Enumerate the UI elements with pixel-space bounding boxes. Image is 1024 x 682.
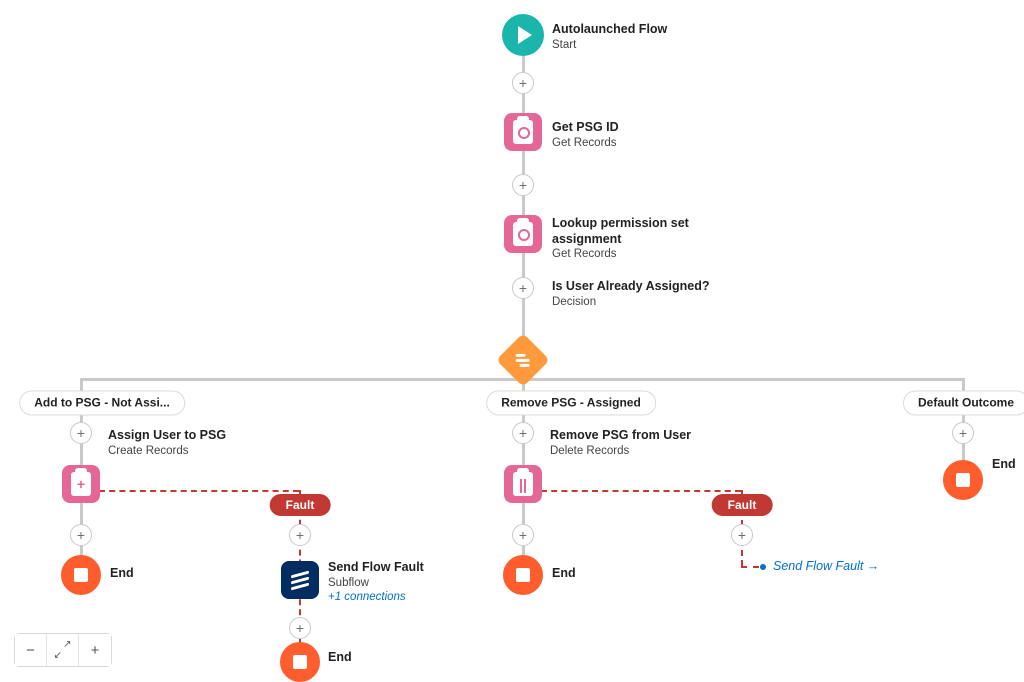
add-element-button[interactable]: + [70, 524, 92, 546]
start-node[interactable] [502, 14, 544, 56]
outcome-label[interactable]: Remove PSG - Assigned [486, 391, 656, 416]
add-element-button[interactable]: + [512, 72, 534, 94]
fault-label[interactable]: Fault [712, 494, 773, 516]
node-title: Get PSG ID [552, 120, 619, 136]
subflow-node[interactable] [281, 561, 319, 599]
node-title: Send Flow Fault [328, 560, 424, 576]
add-element-button[interactable]: + [70, 422, 92, 444]
node-title: Is User Already Assigned? [552, 279, 709, 295]
fault-connector [741, 566, 759, 568]
end-node [61, 555, 101, 595]
delete-records-node[interactable] [504, 465, 542, 503]
end-node [943, 460, 983, 500]
node-title: Assign User to PSG [108, 428, 226, 444]
subflow-icon [281, 561, 319, 599]
end-label: End [992, 457, 1016, 473]
connections-link[interactable]: +1 connections [328, 590, 424, 604]
flow-canvas[interactable]: + + + + + + + + + + + Autolaunched Flow … [0, 0, 1024, 681]
add-element-button[interactable]: + [289, 524, 311, 546]
add-element-button[interactable]: + [289, 617, 311, 639]
fault-label[interactable]: Fault [270, 494, 331, 516]
node-title: Autolaunched Flow [552, 22, 667, 38]
end-node [503, 555, 543, 595]
decision-node[interactable] [504, 341, 542, 379]
add-element-button[interactable]: + [952, 422, 974, 444]
node-subtitle: Create Records [108, 444, 226, 458]
node-subtitle: Get Records [552, 136, 619, 150]
play-icon [502, 14, 544, 56]
add-element-button[interactable]: + [512, 277, 534, 299]
add-element-button[interactable]: + [512, 422, 534, 444]
end-label: End [552, 566, 576, 582]
end-label: End [328, 650, 352, 666]
node-subtitle: Subflow [328, 576, 424, 590]
zoom-in-button[interactable]: + [79, 634, 111, 666]
connector [522, 50, 525, 360]
fault-connector [541, 490, 741, 492]
zoom-toolbar: − + [14, 633, 112, 667]
goto-marker [760, 564, 766, 570]
add-element-button[interactable]: + [731, 524, 753, 546]
zoom-out-button[interactable]: − [15, 634, 47, 666]
end-label: End [110, 566, 134, 582]
clipboard-trash-icon [504, 465, 542, 503]
end-node [280, 642, 320, 682]
get-records-node[interactable] [504, 215, 542, 253]
goto-link[interactable]: Send Flow Fault [773, 559, 879, 573]
add-element-button[interactable]: + [512, 524, 534, 546]
expand-icon [56, 643, 70, 657]
create-records-node[interactable] [62, 465, 100, 503]
fault-connector [99, 490, 299, 492]
node-subtitle: Get Records [552, 247, 722, 261]
get-records-node[interactable] [504, 113, 542, 151]
clipboard-search-icon [504, 215, 542, 253]
fit-to-screen-button[interactable] [47, 634, 79, 666]
node-subtitle: Decision [552, 295, 709, 309]
node-title: Remove PSG from User [550, 428, 691, 444]
decision-icon [496, 333, 550, 387]
node-subtitle: Start [552, 38, 667, 52]
clipboard-plus-icon [62, 465, 100, 503]
outcome-label[interactable]: Add to PSG - Not Assi... [19, 391, 185, 416]
node-subtitle: Delete Records [550, 444, 691, 458]
node-title: Lookup permission set assignment [552, 216, 722, 247]
clipboard-search-icon [504, 113, 542, 151]
outcome-label[interactable]: Default Outcome [903, 391, 1024, 416]
add-element-button[interactable]: + [512, 174, 534, 196]
